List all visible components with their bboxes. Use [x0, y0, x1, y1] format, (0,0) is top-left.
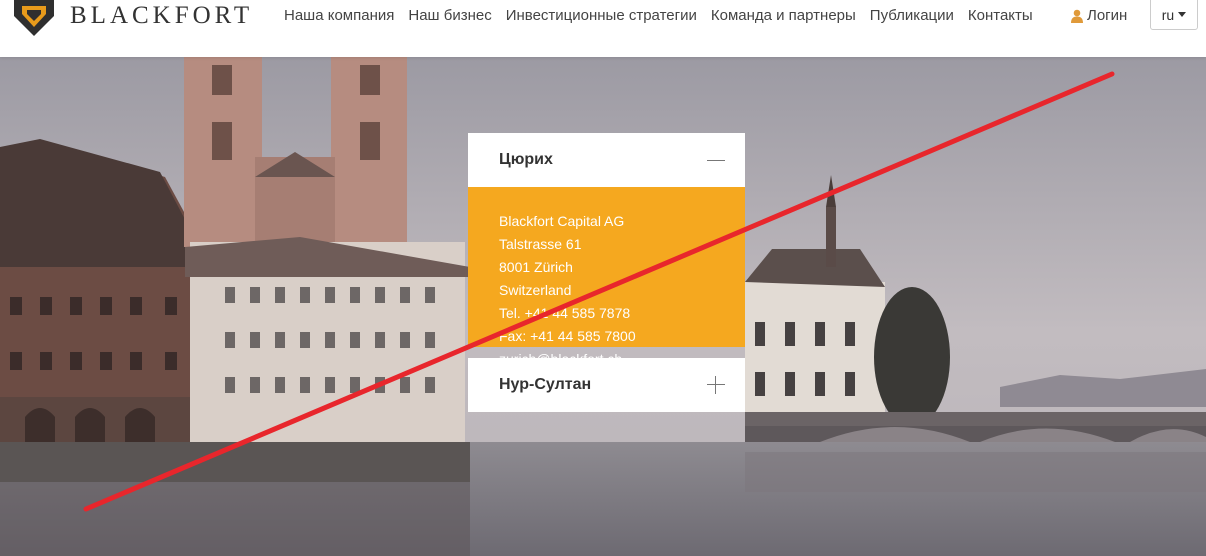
office-title: Нур-Султан	[499, 376, 592, 393]
nav-item-company[interactable]: Наша компания	[284, 7, 394, 24]
login-label: Логин	[1087, 7, 1128, 24]
nav-item-strategies[interactable]: Инвестиционные стратегии	[506, 7, 697, 24]
chevron-down-icon	[1178, 12, 1187, 17]
blackfort-logo-icon	[14, 0, 54, 36]
office-phone: Tel. +41 44 585 7878	[499, 305, 631, 321]
office-city: 8001 Zürich	[499, 259, 573, 275]
office-company: Blackfort Capital AG	[499, 213, 625, 229]
nav-item-business[interactable]: Наш бизнес	[408, 7, 491, 24]
accordion-body-zurich: Blackfort Capital AG Talstrasse 61 8001 …	[468, 187, 745, 367]
nav-item-team[interactable]: Команда и партнеры	[711, 7, 856, 24]
office-title: Цюрих	[499, 151, 553, 168]
user-icon	[1071, 9, 1083, 23]
language-value: ru	[1161, 6, 1175, 23]
nav-item-contacts[interactable]: Контакты	[968, 7, 1033, 24]
nav-item-publications[interactable]: Публикации	[870, 7, 954, 24]
main-nav: Наша компания Наш бизнес Инвестиционные …	[284, 7, 1047, 24]
office-accordion: Цюрих Blackfort Capital AG Talstrasse 61…	[468, 133, 745, 412]
site-header: BLACKFORT Наша компания Наш бизнес Инвес…	[0, 0, 1206, 57]
minus-icon[interactable]	[707, 159, 725, 161]
login-link[interactable]: Логин	[1071, 7, 1127, 24]
brand-name: BLACKFORT	[70, 1, 254, 29]
office-country: Switzerland	[499, 282, 572, 298]
office-street: Talstrasse 61	[499, 236, 582, 252]
brand-logo[interactable]: BLACKFORT	[14, 0, 253, 36]
accordion-header-zurich[interactable]: Цюрих	[468, 133, 745, 187]
language-select[interactable]: ru	[1150, 0, 1198, 30]
plus-icon[interactable]	[707, 376, 725, 394]
office-fax: Fax: +41 44 585 7800	[499, 328, 636, 344]
